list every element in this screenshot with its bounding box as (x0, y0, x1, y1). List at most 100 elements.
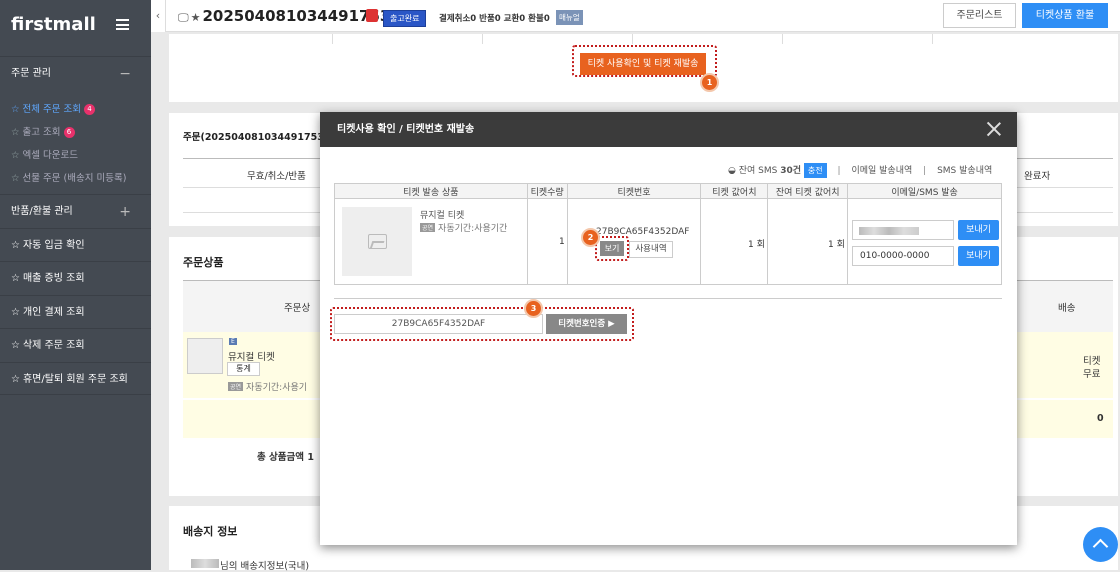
sidebar-link-label: 개인 결제 조회 (22, 307, 85, 318)
phone-field[interactable]: 010-0000-0000 (852, 246, 954, 266)
product-period: 공연 자동기간:사용기 (228, 380, 307, 393)
period-badge: 공연 (420, 223, 436, 232)
status-badge: 출고완료 (383, 10, 427, 27)
column-header: 티켓 값어치 (700, 183, 769, 199)
menu-icon[interactable] (116, 19, 129, 30)
star-icon: ☆ (11, 340, 20, 351)
sidebar-link-label: 삭제 주문 조회 (22, 340, 85, 351)
print-icon[interactable] (366, 9, 378, 22)
monitor-icon: 🖵 (178, 11, 189, 24)
step-marker: 2 (581, 228, 600, 247)
products-title: 주문상품 (183, 256, 224, 269)
divider (482, 34, 483, 44)
ship-type: 티켓 (1083, 356, 1101, 367)
column-header: 티켓 발송 상품 (334, 183, 528, 199)
sidebar-link-label: 휴면/탈퇴 회원 주문 조회 (22, 374, 128, 385)
star-icon[interactable]: ★ (191, 11, 201, 24)
stats-label: 통계 (236, 364, 251, 373)
row-value: 0 (1097, 413, 1104, 424)
period-text: 자동기간:사용기간 (438, 224, 508, 234)
ship-fee: 무료 (1083, 369, 1101, 380)
brand-logo[interactable]: firstmall (11, 14, 96, 35)
sidebar-collapse-button[interactable]: ‹ (151, 0, 166, 32)
sidebar-item-excel[interactable]: ☆ 엑셀 다운로드 (11, 147, 78, 161)
stats-button[interactable]: 통계 (227, 362, 260, 376)
sidebar-link-deposit[interactable]: ☆ 자동 입금 확인 (0, 228, 151, 261)
sidebar-item-gift[interactable]: ☆ 선물 주문 (배송지 미등록) (11, 170, 126, 184)
sidebar-link-receipt[interactable]: ☆ 매출 증빙 조회 (0, 261, 151, 294)
masked-name (191, 559, 219, 568)
separator: | (837, 166, 841, 176)
sidebar-link-label: 자동 입금 확인 (22, 240, 85, 251)
step-marker: 3 (524, 299, 543, 318)
charge-button[interactable]: 충전 (803, 163, 827, 178)
image-icon (368, 234, 387, 249)
separator: | (923, 166, 927, 176)
email-field[interactable] (852, 220, 954, 240)
modal-header: 티켓사용 확인 / 티켓번호 재발송 (320, 112, 1017, 147)
masked-email (859, 227, 919, 235)
product-type-icon: E (229, 338, 237, 345)
highlight-box (330, 307, 634, 341)
sidebar-link-deleted[interactable]: ☆ 삭제 주문 조회 (0, 328, 151, 361)
star-icon: ☆ (11, 374, 20, 385)
star-icon: ☆ (11, 150, 20, 161)
star-icon: ☆ (11, 104, 20, 115)
expand-icon[interactable]: + (119, 195, 131, 229)
divider (332, 34, 333, 44)
product-name[interactable]: 뮤지컬 티켓 (228, 349, 275, 363)
product-name: 뮤지컬 티켓 (420, 211, 465, 221)
sidebar-item-shipments[interactable]: ☆ 출고 조회 6 (11, 124, 75, 138)
sidebar-link-dormant[interactable]: ☆ 휴면/탈퇴 회원 주문 조회 (0, 362, 151, 395)
collapse-icon[interactable]: − (119, 57, 131, 91)
sidebar-section-refund[interactable]: 반품/환불 관리 + (0, 194, 151, 228)
order-header: 🖵 ★ 2025040810344917530 출고완료 결제취소0 반품0 교환0… (166, 0, 1120, 32)
sidebar: firstmall 주문 관리 − ☆ 전체 주문 조회 4 ☆ 출고 조회 6 ☆ 엑셀 … (0, 0, 151, 570)
period-badge: 공연 (228, 382, 244, 391)
sidebar-link-label: 매출 증빙 조회 (22, 273, 85, 284)
highlight-box (595, 236, 629, 261)
divider (932, 34, 933, 44)
product-thumbnail[interactable] (187, 338, 223, 374)
ticket-refund-button[interactable]: 티켓상품 환불 (1022, 3, 1108, 28)
scroll-top-button[interactable] (1083, 527, 1118, 562)
manual-badge[interactable]: 매뉴얼 (556, 10, 583, 25)
sms-count: 30건 (780, 166, 802, 176)
sms-history-link[interactable]: SMS 발송내역 (937, 166, 992, 176)
star-icon: ☆ (11, 307, 20, 318)
close-icon[interactable] (987, 122, 1001, 136)
column-header: 이메일/SMS 발송 (847, 183, 1002, 199)
remaining-value: 1 회 (828, 240, 845, 250)
send-email-button[interactable]: 보내기 (958, 220, 999, 240)
usage-history-button[interactable]: 사용내역 (629, 241, 673, 258)
column-header: 주문상 (284, 303, 311, 314)
sidebar-item-label: 전체 주문 조회 (22, 104, 82, 115)
column-header: 완료자 (1024, 171, 1051, 182)
ticket-qty: 1 (559, 237, 565, 247)
email-history-link[interactable]: 이메일 발송내역 (851, 166, 912, 176)
order-list-button[interactable]: 주문리스트 (943, 3, 1016, 28)
step-marker: 1 (700, 73, 719, 92)
count-badge: 4 (84, 104, 96, 115)
send-cell (847, 198, 1002, 285)
modal-title: 티켓사용 확인 / 티켓번호 재발송 (337, 124, 475, 135)
total-label: 총 상품금액 1 (257, 452, 314, 463)
sidebar-item-label: 엑셀 다운로드 (22, 150, 78, 161)
column-header: 잔여 티켓 값어치 (767, 183, 849, 199)
send-sms-button[interactable]: 보내기 (958, 246, 999, 266)
sidebar-section-label: 반품/환불 관리 (11, 206, 73, 217)
divider (782, 34, 783, 44)
delivery-title: 배송지 정보 (183, 525, 238, 538)
sidebar-item-label: 선물 주문 (배송지 미등록) (22, 173, 127, 184)
chevron-left-icon: ‹ (155, 9, 161, 22)
sidebar-section-order[interactable]: 주문 관리 − (0, 56, 151, 90)
sidebar-link-personal-pay[interactable]: ☆ 개인 결제 조회 (0, 295, 151, 328)
sidebar-item-label: 출고 조회 (22, 127, 61, 138)
product-period: 공연 자동기간:사용기간 (420, 221, 507, 234)
sidebar-item-all-orders[interactable]: ☆ 전체 주문 조회 4 (11, 101, 96, 115)
column-header: 티켓수량 (526, 183, 568, 199)
sms-label: 잔여 SMS (738, 166, 778, 176)
column-header: 무효/취소/반품 (247, 171, 306, 182)
claim-counts: 결제취소0 반품0 교환0 환불0 (439, 14, 550, 24)
period-text: 자동기간:사용기 (246, 383, 308, 393)
